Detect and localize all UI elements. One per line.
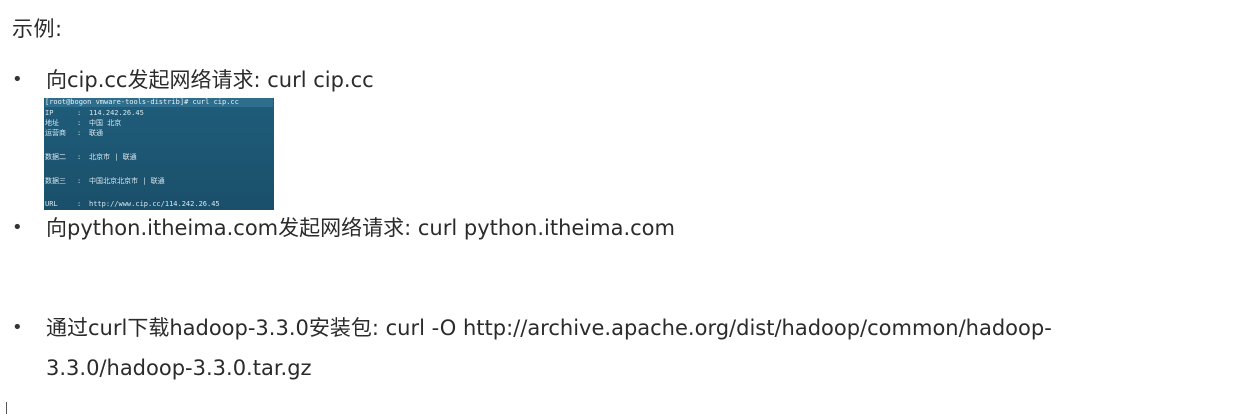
- list-item-curl-hadoop: • 通过curl下载hadoop-3.3.0安装包: curl -O http:…: [12, 308, 1232, 388]
- terminal-key: 数据二: [45, 153, 66, 161]
- text-cursor: [6, 402, 7, 414]
- terminal-sep: :: [77, 177, 82, 185]
- terminal-key: 运营商: [45, 129, 66, 137]
- terminal-sep: :: [77, 153, 82, 161]
- terminal-value: 中国 北京: [89, 119, 122, 127]
- bullet-icon: •: [12, 69, 23, 90]
- list-item-text: 向python.itheima.com发起网络请求: curl python.i…: [46, 216, 675, 240]
- terminal-value: http://www.cip.cc/114.242.26.45: [89, 200, 220, 208]
- list-item-text-line2: 3.3.0/hadoop-3.3.0.tar.gz: [46, 356, 312, 380]
- terminal-row: 数据二: 北京市 | 联通: [45, 153, 137, 162]
- terminal-row: IP:114.242.26.45: [45, 109, 144, 118]
- terminal-value: 114.242.26.45: [89, 109, 144, 117]
- terminal-screenshot: [root@bogon vmware-tools-distrib]# curl …: [44, 98, 274, 210]
- terminal-value: 联通: [89, 129, 103, 137]
- terminal-value: 北京市 | 联通: [89, 153, 137, 161]
- bullet-icon: •: [12, 217, 23, 238]
- terminal-row: 数据三: 中国北京北京市 | 联通: [45, 177, 165, 186]
- list-item-curl-itheima: • 向python.itheima.com发起网络请求: curl python…: [12, 208, 1232, 248]
- bullet-icon: •: [12, 317, 23, 338]
- terminal-row: 运营商: 联通: [45, 129, 103, 138]
- list-item-curl-cip: • 向cip.cc发起网络请求: curl cip.cc: [12, 60, 1232, 100]
- terminal-sep: :: [77, 109, 82, 117]
- section-heading: 示例:: [12, 17, 63, 41]
- terminal-sep: :: [77, 129, 82, 137]
- list-item-text-line1: 通过curl下载hadoop-3.3.0安装包: curl -O http://…: [46, 316, 1052, 340]
- terminal-key: IP: [45, 109, 54, 117]
- terminal-sep: :: [77, 119, 82, 127]
- terminal-row: 地址: 中国 北京: [45, 119, 121, 128]
- terminal-key: 数据三: [45, 177, 66, 185]
- terminal-key: 地址: [45, 119, 59, 127]
- terminal-value: 中国北京北京市 | 联通: [89, 177, 165, 185]
- terminal-prompt: [root@bogon vmware-tools-distrib]# curl …: [45, 98, 273, 107]
- list-item-text: 向cip.cc发起网络请求: curl cip.cc: [46, 68, 374, 92]
